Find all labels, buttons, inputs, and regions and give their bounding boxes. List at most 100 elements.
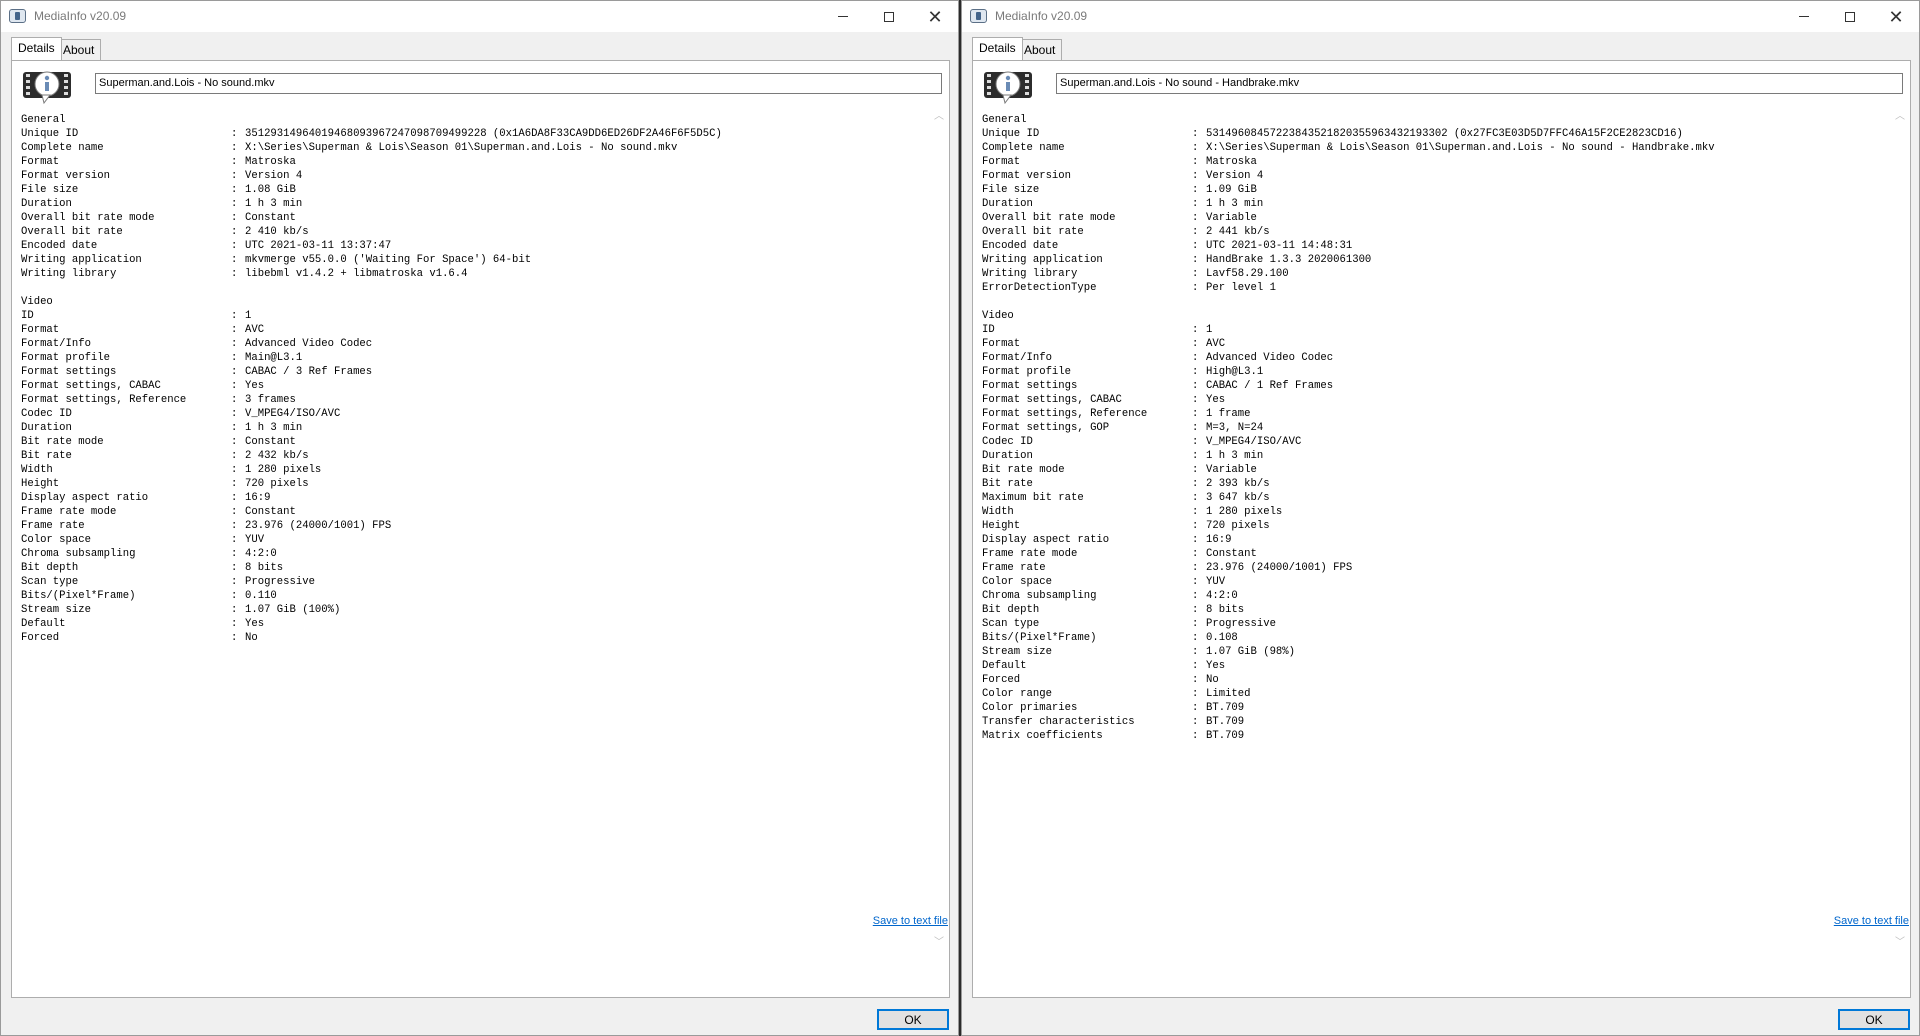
report-row: Bit depth:8 bits: [982, 603, 1882, 617]
report-row: Format: AVC: [982, 337, 1882, 351]
field-name: Duration: [982, 450, 1033, 462]
report-row: Format settings, Reference:3 frames: [21, 393, 921, 407]
field-value: 1 h 3 min: [1206, 198, 1264, 210]
scroll-up-icon[interactable]: ︿: [934, 112, 944, 122]
field-name: Format settings, CABAC: [21, 380, 161, 392]
title-bar[interactable]: MediaInfo v20.09 ✕: [1, 1, 958, 32]
field-name: Bit rate mode: [982, 464, 1065, 476]
field-name: Format settings, CABAC: [982, 394, 1122, 406]
report-row: Format version: Version 4: [21, 169, 921, 183]
report-text[interactable]: General Unique ID:53149608457223843521820…: [982, 113, 1882, 948]
field-value: Matroska: [1206, 156, 1257, 168]
close-button[interactable]: ✕: [912, 1, 958, 32]
field-value: Matroska: [245, 156, 296, 168]
field-name: Duration: [982, 198, 1033, 210]
field-separator: :: [231, 198, 238, 210]
field-name: Complete name: [21, 142, 104, 154]
report-row: Writing application: HandBrake 1.3.3 2020…: [982, 253, 1882, 267]
report-row: Duration:1 h 3 min: [982, 449, 1882, 463]
field-separator: :: [1192, 408, 1199, 420]
report-row: Display aspect ratio:16:9: [982, 533, 1882, 547]
window-title: MediaInfo v20.09: [995, 9, 1088, 23]
field-separator: :: [1192, 212, 1199, 224]
mediainfo-app-icon: [970, 9, 987, 23]
mediainfo-window-right: MediaInfo v20.09 ✕ Details About Superma…: [961, 0, 1920, 1036]
report-row: Writing library: Lavf58.29.100: [982, 267, 1882, 281]
save-to-text-file-link[interactable]: Save to text file: [1834, 915, 1909, 927]
save-to-text-file-link[interactable]: Save to text file: [873, 915, 948, 927]
report-row: Overall bit rate mode: Constant: [21, 211, 921, 225]
field-value: M=3, N=24: [1206, 422, 1264, 434]
scroll-up-icon[interactable]: ︿: [1895, 112, 1905, 122]
close-button[interactable]: ✕: [1873, 1, 1919, 32]
tab-about[interactable]: About: [57, 39, 102, 60]
file-name-field[interactable]: Superman.and.Lois - No sound.mkv: [95, 73, 942, 94]
field-separator: :: [1192, 268, 1199, 280]
field-separator: :: [231, 184, 238, 196]
tab-details[interactable]: Details: [11, 37, 62, 60]
field-separator: :: [1192, 436, 1199, 448]
field-name: Encoded date: [21, 240, 98, 252]
field-separator: :: [1192, 324, 1199, 336]
report-text[interactable]: General Unique ID:35129314964019468093967…: [21, 113, 921, 948]
vertical-scrollbar[interactable]: ︿ ﹀: [931, 112, 947, 948]
vertical-scrollbar[interactable]: ︿ ﹀: [1892, 112, 1908, 948]
field-value: BT.709: [1206, 702, 1245, 714]
field-value: Advanced Video Codec: [1206, 352, 1334, 364]
report-row: Scan type: Progressive: [21, 575, 921, 589]
field-name: Format version: [21, 170, 111, 182]
field-name: Duration: [21, 198, 72, 210]
field-name: Format profile: [982, 366, 1072, 378]
field-value: 8 bits: [245, 562, 284, 574]
field-separator: :: [231, 268, 238, 280]
field-name: Encoded date: [982, 240, 1059, 252]
section-header: Video: [21, 296, 53, 308]
report-row: Height:720 pixels: [982, 519, 1882, 533]
field-name: Codec ID: [21, 408, 72, 420]
field-separator: :: [1192, 632, 1199, 644]
maximize-button[interactable]: [1827, 1, 1873, 32]
report-row: Overall bit rate mode: Variable: [982, 211, 1882, 225]
field-separator: :: [231, 590, 238, 602]
report-row: Complete name: X:\Series\Superman & Lois\…: [21, 141, 921, 155]
tab-about[interactable]: About: [1018, 39, 1063, 60]
report-row: Transfer characteristics: BT.709: [982, 715, 1882, 729]
field-name: Bits/(Pixel*Frame): [21, 590, 136, 602]
field-name: Overall bit rate: [21, 226, 123, 238]
close-icon: ✕: [1888, 6, 1904, 27]
field-name: Forced: [21, 632, 60, 644]
report-row: File size:1.09 GiB: [982, 183, 1882, 197]
report-row: File size:1.08 GiB: [21, 183, 921, 197]
field-separator: :: [231, 324, 238, 336]
scroll-down-icon[interactable]: ﹀: [934, 938, 944, 948]
ok-button[interactable]: OK: [1838, 1009, 1910, 1030]
field-value: 1: [1206, 324, 1213, 336]
report-row: Stream size:1.07 GiB (98%): [982, 645, 1882, 659]
report-row: Format/Info: Advanced Video Codec: [982, 351, 1882, 365]
ok-button[interactable]: OK: [877, 1009, 949, 1030]
field-value: 1.08 GiB: [245, 184, 296, 196]
report-row: Format: Matroska: [21, 155, 921, 169]
details-panel: Superman.and.Lois - No sound - Handbrake…: [972, 60, 1911, 998]
field-value: 1 h 3 min: [245, 198, 303, 210]
minimize-button[interactable]: [1781, 1, 1827, 32]
file-name-field[interactable]: Superman.and.Lois - No sound - Handbrake…: [1056, 73, 1903, 94]
field-value: 16:9: [1206, 534, 1232, 546]
maximize-icon: [884, 11, 894, 22]
report-row: Color range: Limited: [982, 687, 1882, 701]
report-row: Bit rate mode: Variable: [982, 463, 1882, 477]
report-row: Color space: YUV: [21, 533, 921, 547]
minimize-button[interactable]: [820, 1, 866, 32]
title-bar[interactable]: MediaInfo v20.09 ✕: [962, 1, 1919, 32]
maximize-button[interactable]: [866, 1, 912, 32]
scroll-down-icon[interactable]: ﹀: [1895, 938, 1905, 948]
tab-details[interactable]: Details: [972, 37, 1023, 60]
maximize-icon: [1845, 11, 1855, 22]
field-value: Lavf58.29.100: [1206, 268, 1289, 280]
field-separator: :: [231, 226, 238, 238]
field-separator: :: [1192, 142, 1199, 154]
field-separator: :: [231, 450, 238, 462]
field-value: Constant: [245, 212, 296, 224]
report-row: Bit rate:2 393 kb/s: [982, 477, 1882, 491]
